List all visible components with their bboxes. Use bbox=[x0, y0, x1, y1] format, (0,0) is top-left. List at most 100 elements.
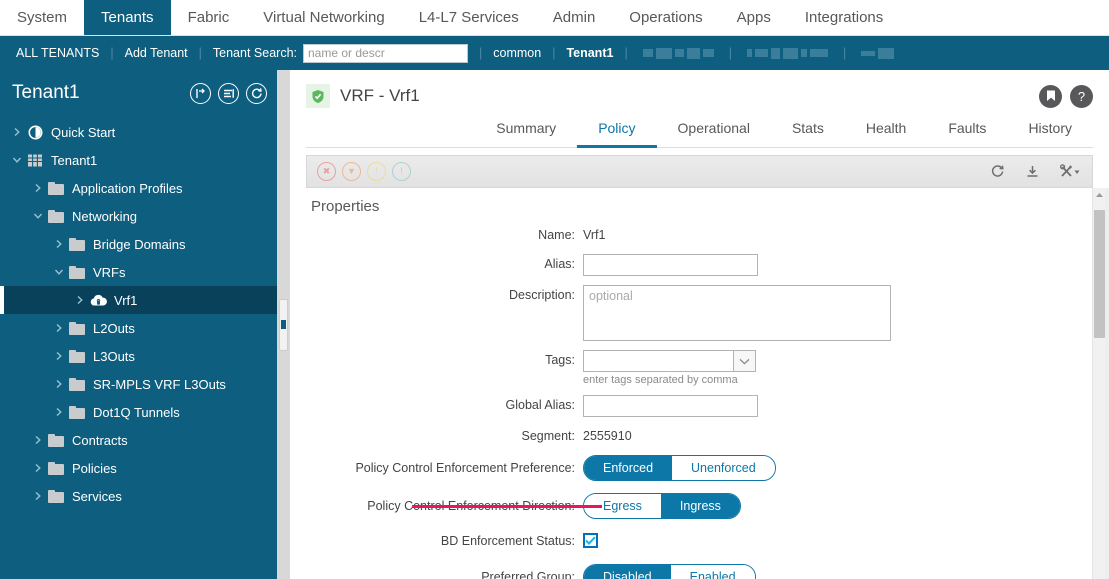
chevron-right-icon[interactable] bbox=[52, 239, 66, 249]
alias-label: Alias: bbox=[544, 257, 575, 271]
chevron-right-icon[interactable] bbox=[31, 491, 45, 501]
tab-health[interactable]: Health bbox=[845, 112, 927, 148]
chevron-right-icon[interactable] bbox=[31, 435, 45, 445]
sidebar-item-tenant1[interactable]: Tenant1 bbox=[0, 146, 277, 174]
nav-divider: | bbox=[552, 46, 556, 60]
topnav-item-admin[interactable]: Admin bbox=[536, 0, 613, 35]
fault-major-icon[interactable]: ▼ bbox=[342, 162, 361, 181]
download-icon[interactable] bbox=[1025, 164, 1040, 179]
topnav-item-tenants[interactable]: Tenants bbox=[84, 0, 171, 35]
sidebar-item-services[interactable]: Services bbox=[0, 482, 277, 510]
chevron-right-icon[interactable] bbox=[52, 407, 66, 417]
tenant-tenant1-link[interactable]: Tenant1 bbox=[566, 46, 613, 60]
redacted-tenant-link-2[interactable] bbox=[743, 47, 832, 59]
segment-option-ingress[interactable]: Ingress bbox=[660, 494, 740, 518]
title-actions: ? bbox=[1039, 84, 1093, 108]
description-textarea[interactable] bbox=[583, 285, 891, 341]
add-tenant-link[interactable]: Add Tenant bbox=[125, 46, 188, 60]
preferred-group-toggle[interactable]: Disabled Enabled bbox=[583, 564, 756, 579]
section-title: Properties bbox=[311, 198, 380, 215]
redacted-tenant-link-1[interactable] bbox=[639, 47, 718, 59]
sidebar-item-quick-start[interactable]: Quick Start bbox=[0, 118, 277, 146]
chevron-right-icon[interactable] bbox=[31, 463, 45, 473]
chevron-down-icon[interactable] bbox=[52, 267, 66, 277]
properties-body: Properties Name: Vrf1 Alias: Description… bbox=[290, 188, 1109, 579]
folder-icon bbox=[66, 377, 88, 391]
scrollbar-thumb[interactable] bbox=[1094, 210, 1105, 338]
sidebar-item-sr-mpls-vrf-l3outs[interactable]: SR-MPLS VRF L3Outs bbox=[0, 370, 277, 398]
sidebar-item-networking[interactable]: Networking bbox=[0, 202, 277, 230]
sidebar-item-dot1q-tunnels[interactable]: Dot1Q Tunnels bbox=[0, 398, 277, 426]
tenant-search-input[interactable] bbox=[303, 43, 468, 63]
content-pane: VRF - Vrf1 ? Summary Policy Operational Sta… bbox=[290, 70, 1109, 579]
topnav-item-virtual-networking[interactable]: Virtual Networking bbox=[246, 0, 401, 35]
sidebar-item-application-profiles[interactable]: Application Profiles bbox=[0, 174, 277, 202]
fault-critical-icon[interactable]: ✖ bbox=[317, 162, 336, 181]
topnav-item-system[interactable]: System bbox=[0, 0, 84, 35]
sidebar-item-contracts[interactable]: Contracts bbox=[0, 426, 277, 454]
topnav-item-integrations[interactable]: Integrations bbox=[788, 0, 900, 35]
all-tenants-link[interactable]: ALL TENANTS bbox=[16, 46, 99, 60]
help-icon[interactable]: ? bbox=[1070, 84, 1093, 108]
global-alias-input[interactable] bbox=[583, 395, 758, 417]
bookmark-icon[interactable] bbox=[1039, 84, 1062, 108]
tags-input[interactable] bbox=[583, 350, 733, 372]
tags-hint: enter tags separated by comma bbox=[583, 374, 738, 386]
topnav-item-l4-l7-services[interactable]: L4-L7 Services bbox=[402, 0, 536, 35]
sidebar-item-bridge-domains[interactable]: Bridge Domains bbox=[0, 230, 277, 258]
sidebar-item-vrf1[interactable]: Vrf1 bbox=[0, 286, 277, 314]
refresh-icon[interactable] bbox=[246, 82, 267, 104]
enforcement-direction-toggle[interactable]: Egress Ingress bbox=[583, 493, 741, 519]
tab-summary[interactable]: Summary bbox=[475, 112, 577, 148]
tenant-common-link[interactable]: common bbox=[493, 46, 541, 60]
splitter-drag-handle[interactable] bbox=[279, 298, 288, 351]
segment-option-unenforced[interactable]: Unenforced bbox=[672, 456, 775, 480]
bd-enforcement-checkbox[interactable] bbox=[583, 533, 598, 548]
segment-option-enabled[interactable]: Enabled bbox=[670, 565, 755, 579]
collapse-tree-icon[interactable] bbox=[190, 82, 211, 104]
chevron-right-icon[interactable] bbox=[10, 127, 24, 137]
topnav-item-operations[interactable]: Operations bbox=[612, 0, 719, 35]
topnav-item-fabric[interactable]: Fabric bbox=[171, 0, 247, 35]
chevron-right-icon[interactable] bbox=[52, 323, 66, 333]
segment-option-disabled[interactable]: Disabled bbox=[584, 565, 671, 579]
preferred-group-label: Preferred Group: bbox=[481, 570, 575, 579]
nav-divider: | bbox=[728, 46, 732, 60]
sidebar-item-vrfs[interactable]: VRFs bbox=[0, 258, 277, 286]
redacted-tenant-link-3[interactable] bbox=[857, 47, 898, 59]
fault-warning-icon[interactable]: ! bbox=[392, 162, 411, 181]
chevron-down-icon[interactable] bbox=[31, 211, 45, 221]
sidebar-item-label: Vrf1 bbox=[114, 292, 138, 308]
tools-icon[interactable] bbox=[1060, 164, 1082, 179]
refresh-icon[interactable] bbox=[990, 164, 1005, 179]
sidebar-item-l3outs[interactable]: L3Outs bbox=[0, 342, 277, 370]
tags-input-group bbox=[583, 350, 756, 372]
sidebar-item-label: VRFs bbox=[93, 264, 126, 280]
tab-operational[interactable]: Operational bbox=[657, 112, 771, 148]
fault-minor-icon[interactable]: ! bbox=[367, 162, 386, 181]
scroll-up-icon[interactable] bbox=[1093, 188, 1105, 202]
chevron-down-icon[interactable] bbox=[10, 155, 24, 165]
segment-option-enforced[interactable]: Enforced bbox=[584, 456, 673, 480]
chevron-right-icon[interactable] bbox=[73, 295, 87, 305]
sidebar-item-l2outs[interactable]: L2Outs bbox=[0, 314, 277, 342]
chevron-right-icon[interactable] bbox=[31, 183, 45, 193]
tab-history[interactable]: History bbox=[1007, 112, 1093, 148]
sidebar-item-label: Networking bbox=[72, 208, 138, 224]
tags-control: enter tags separated by comma bbox=[583, 350, 756, 386]
properties-scrollbar[interactable] bbox=[1092, 188, 1105, 579]
top-navigation-bar: System Tenants Fabric Virtual Networking L4-… bbox=[0, 0, 1109, 36]
chevron-right-icon[interactable] bbox=[52, 351, 66, 361]
nav-divider: | bbox=[110, 46, 114, 60]
topnav-item-apps[interactable]: Apps bbox=[720, 0, 788, 35]
tab-policy[interactable]: Policy bbox=[577, 112, 657, 148]
tree-filter-icon[interactable] bbox=[218, 82, 239, 104]
folder-icon bbox=[66, 321, 88, 335]
chevron-down-icon[interactable] bbox=[733, 350, 756, 372]
alias-input[interactable] bbox=[583, 254, 758, 276]
sidebar-item-policies[interactable]: Policies bbox=[0, 454, 277, 482]
chevron-right-icon[interactable] bbox=[52, 379, 66, 389]
enforcement-preference-toggle[interactable]: Enforced Unenforced bbox=[583, 455, 776, 481]
tab-stats[interactable]: Stats bbox=[771, 112, 845, 148]
tab-faults[interactable]: Faults bbox=[927, 112, 1007, 148]
